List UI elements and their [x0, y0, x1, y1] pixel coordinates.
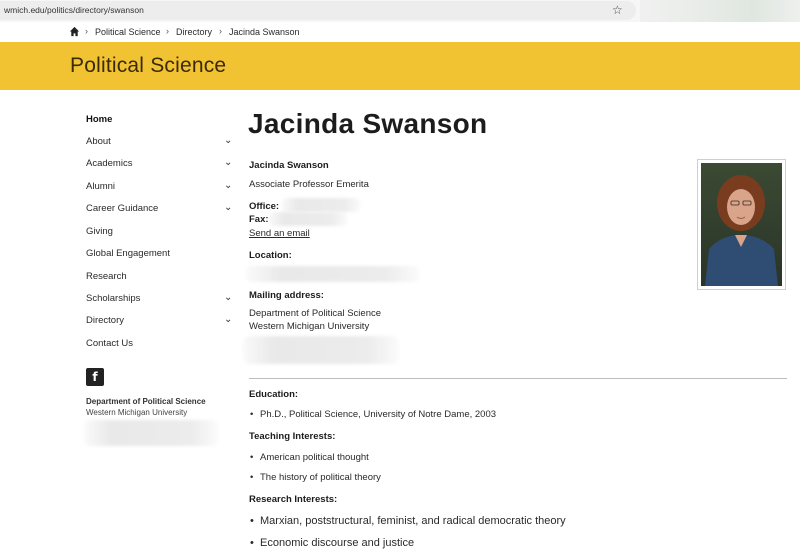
redacted-address	[84, 420, 218, 446]
location-label: Location:	[249, 250, 292, 261]
sidebar-item-label: Academics	[86, 158, 133, 169]
facebook-icon[interactable]: f	[86, 368, 104, 386]
sidebar-item-academics[interactable]: Academics ⌄	[86, 156, 236, 174]
sidebar-item-label: Career Guidance	[86, 203, 159, 214]
teaching-item: The history of political theory	[260, 472, 381, 483]
education-item: Ph.D., Political Science, University of …	[260, 409, 497, 420]
sidebar-item-home[interactable]: Home	[86, 112, 236, 130]
chevron-down-icon[interactable]: ⌄	[224, 202, 232, 213]
breadcrumb-separator: ›	[85, 26, 88, 36]
teaching-item: American political thought	[260, 452, 369, 463]
redacted-office	[281, 198, 361, 212]
address-bar[interactable]: wmich.edu/politics/directory/swanson ☆	[0, 1, 636, 20]
page-title: Jacinda Swanson	[248, 108, 488, 139]
sidebar-item-research[interactable]: Research	[86, 269, 236, 287]
sidebar-item-career-guidance[interactable]: Career Guidance ⌄	[86, 201, 236, 219]
chevron-down-icon[interactable]: ⌄	[224, 135, 232, 146]
chevron-down-icon[interactable]: ⌄	[224, 292, 232, 303]
chevron-down-icon[interactable]: ⌄	[224, 180, 232, 191]
fax-label: Fax:	[249, 214, 269, 225]
bullet: •	[250, 537, 254, 549]
sidebar-item-label: Alumni	[86, 181, 116, 192]
browser-toolbar: wmich.edu/politics/directory/swanson ☆	[0, 0, 800, 22]
chevron-down-icon[interactable]: ⌄	[224, 314, 232, 325]
blurred-toolbar-area	[640, 0, 800, 22]
profile-photo-image	[701, 163, 782, 286]
home-icon[interactable]	[69, 26, 80, 37]
education-label: Education:	[249, 389, 299, 400]
teaching-label: Teaching Interests:	[249, 431, 336, 442]
profile-position: Associate Professor Emerita	[249, 179, 369, 190]
sidebar-item-global-engagement[interactable]: Global Engagement	[86, 246, 236, 264]
sidebar-item-label: Global Engagement	[86, 248, 170, 259]
mailing-line-1: Department of Political Science	[249, 308, 382, 319]
sidebar-university: Western Michigan University	[86, 408, 188, 417]
sidebar-item-label: Research	[86, 271, 127, 282]
send-email-link[interactable]: Send an email	[249, 228, 310, 239]
chevron-down-icon[interactable]: ⌄	[224, 157, 232, 168]
sidebar-item-label: Contact Us	[86, 338, 133, 349]
research-item: Marxian, poststructural, feminist, and r…	[260, 515, 566, 527]
research-label: Research Interests:	[249, 494, 338, 505]
profile-photo	[697, 159, 786, 290]
redacted-location	[246, 266, 420, 282]
sidebar-item-label: Giving	[86, 226, 113, 237]
sidebar-item-about[interactable]: About ⌄	[86, 134, 236, 152]
bullet: •	[250, 515, 254, 527]
sidebar-item-giving[interactable]: Giving	[86, 224, 236, 242]
research-item: Economic discourse and justice	[260, 537, 415, 549]
sidebar-item-label: Home	[86, 114, 113, 125]
sidebar-item-label: Directory	[86, 315, 125, 326]
breadcrumb-political-science[interactable]: Political Science	[95, 27, 161, 37]
sidebar-item-contact-us[interactable]: Contact Us	[86, 336, 236, 354]
sidebar-item-label: Scholarships	[86, 293, 141, 304]
breadcrumb: › Political Science › Directory › Jacind…	[0, 22, 800, 42]
breadcrumb-current: Jacinda Swanson	[229, 27, 300, 37]
breadcrumb-separator: ›	[219, 26, 222, 36]
bullet: •	[250, 452, 254, 463]
url-text[interactable]: wmich.edu/politics/directory/swanson	[4, 5, 144, 15]
bullet: •	[250, 409, 254, 420]
bullet: •	[250, 472, 254, 483]
star-icon[interactable]: ☆	[612, 3, 623, 17]
sidebar-item-directory[interactable]: Directory ⌄	[86, 313, 236, 331]
breadcrumb-separator: ›	[166, 26, 169, 36]
profile-name: Jacinda Swanson	[249, 160, 329, 171]
site-title[interactable]: Political Science	[70, 54, 226, 78]
office-label: Office:	[249, 201, 280, 212]
mailing-line-2: Western Michigan University	[249, 321, 370, 332]
mailing-label: Mailing address:	[249, 290, 324, 301]
sidebar-item-label: About	[86, 136, 111, 147]
breadcrumb-directory[interactable]: Directory	[176, 27, 212, 37]
redacted-fax	[268, 212, 348, 226]
sidebar-item-scholarships[interactable]: Scholarships ⌄	[86, 291, 236, 309]
redacted-mailing	[243, 336, 399, 364]
section-divider	[249, 378, 787, 379]
sidebar-department-name: Department of Political Science	[86, 397, 206, 406]
sidebar-item-alumni[interactable]: Alumni ⌄	[86, 179, 236, 197]
